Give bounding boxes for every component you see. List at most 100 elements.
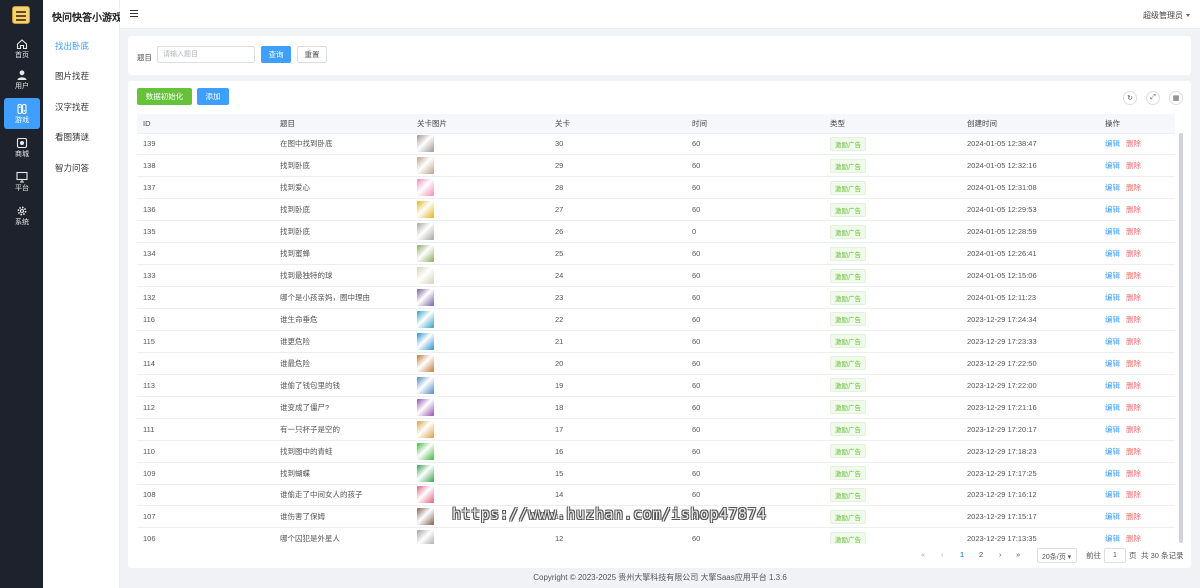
column-header-type[interactable]: 类型 (824, 114, 961, 134)
delete-link[interactable]: 删除 (1126, 447, 1141, 456)
delete-link[interactable]: 删除 (1126, 403, 1141, 412)
level-thumbnail[interactable] (417, 442, 434, 460)
next-page-icon[interactable]: › (999, 550, 1002, 559)
delete-link[interactable]: 删除 (1126, 315, 1141, 324)
level-thumbnail[interactable] (417, 464, 434, 482)
search-button[interactable]: 查询 (261, 46, 291, 63)
page-number-1[interactable]: 1 (960, 550, 964, 559)
level-thumbnail[interactable] (417, 420, 434, 438)
delete-link[interactable]: 删除 (1126, 512, 1141, 521)
rail-item-platform[interactable]: 平台 (4, 166, 40, 197)
edit-link[interactable]: 编辑 (1105, 293, 1120, 302)
edit-link[interactable]: 编辑 (1105, 425, 1120, 434)
edit-link[interactable]: 编辑 (1105, 534, 1120, 543)
delete-link[interactable]: 删除 (1126, 183, 1141, 192)
edit-link[interactable]: 编辑 (1105, 337, 1120, 346)
delete-link[interactable]: 删除 (1126, 425, 1141, 434)
delete-link[interactable]: 删除 (1126, 337, 1141, 346)
column-header-created[interactable]: 创建时间 (961, 114, 1099, 134)
user-menu[interactable]: 超级管理员 (1143, 10, 1190, 21)
edit-link[interactable]: 编辑 (1105, 512, 1120, 521)
delete-link[interactable]: 删除 (1126, 293, 1141, 302)
last-page-icon[interactable]: » (1016, 550, 1020, 559)
column-header-time[interactable]: 时间 (686, 114, 824, 134)
delete-link[interactable]: 删除 (1126, 534, 1141, 543)
column-header-id[interactable]: ID (137, 114, 274, 134)
edit-link[interactable]: 编辑 (1105, 139, 1120, 148)
edit-link[interactable]: 编辑 (1105, 469, 1120, 478)
column-header-title[interactable]: 题目 (274, 114, 411, 134)
edit-link[interactable]: 编辑 (1105, 381, 1120, 390)
level-thumbnail[interactable] (417, 354, 434, 372)
prev-page-icon[interactable]: ‹ (941, 550, 944, 559)
level-thumbnail[interactable] (417, 179, 434, 197)
columns-icon[interactable]: ▦ (1169, 91, 1183, 105)
edit-link[interactable]: 编辑 (1105, 249, 1120, 258)
table-scrollbar[interactable] (1179, 133, 1183, 543)
cell-id: 111 (137, 418, 274, 441)
level-thumbnail[interactable] (417, 223, 434, 241)
level-thumbnail[interactable] (417, 530, 434, 544)
rail-item-system[interactable]: 系统 (4, 200, 40, 231)
edit-link[interactable]: 编辑 (1105, 403, 1120, 412)
subnav-item-picture-riddle[interactable]: 看图猜谜 (55, 131, 89, 143)
edit-link[interactable]: 编辑 (1105, 490, 1120, 499)
delete-link[interactable]: 删除 (1126, 139, 1141, 148)
cell-title: 找到蝴蝶 (274, 462, 411, 485)
subnav-item-quiz[interactable]: 智力问答 (55, 162, 89, 174)
fullscreen-icon[interactable]: ⤢ (1146, 91, 1160, 105)
column-header-image[interactable]: 关卡图片 (411, 114, 549, 134)
cell-time: 60 (686, 198, 824, 222)
rail-item-game[interactable]: 游戏 (4, 98, 40, 129)
menu-toggle-icon[interactable] (130, 10, 138, 17)
add-button[interactable]: 添加 (197, 88, 229, 105)
subnav-item-char-diff[interactable]: 汉字找茬 (55, 101, 89, 113)
page-size-select[interactable]: 20条/页 ▾ (1037, 548, 1077, 563)
delete-link[interactable]: 删除 (1126, 359, 1141, 368)
level-thumbnail[interactable] (417, 201, 434, 219)
table-row: 134 找到蜜蜂 25 60 激励广告 2024-01-05 12:26:41 编辑 删除 (137, 242, 1175, 266)
level-thumbnail[interactable] (417, 289, 434, 307)
rail-item-shop[interactable]: 商城 (4, 132, 40, 163)
level-thumbnail[interactable] (417, 508, 434, 526)
first-page-icon[interactable]: « (921, 550, 925, 559)
level-thumbnail[interactable] (417, 245, 434, 263)
title-search-input[interactable] (157, 46, 255, 63)
delete-link[interactable]: 删除 (1126, 490, 1141, 499)
edit-link[interactable]: 编辑 (1105, 447, 1120, 456)
delete-link[interactable]: 删除 (1126, 469, 1141, 478)
edit-link[interactable]: 编辑 (1105, 227, 1120, 236)
delete-link[interactable]: 删除 (1126, 161, 1141, 170)
delete-link[interactable]: 删除 (1126, 271, 1141, 280)
edit-link[interactable]: 编辑 (1105, 183, 1120, 192)
delete-link[interactable]: 删除 (1126, 381, 1141, 390)
rail-item-user[interactable]: 用户 (4, 64, 40, 95)
level-thumbnail[interactable] (417, 376, 434, 394)
table-row: 132 哪个是小孩亲妈，圈中理由 23 60 激励广告 2024-01-05 12:11:… (137, 286, 1175, 309)
edit-link[interactable]: 编辑 (1105, 205, 1120, 214)
edit-link[interactable]: 编辑 (1105, 161, 1120, 170)
rail-item-home[interactable]: 首页 (4, 33, 40, 64)
column-header-level[interactable]: 关卡 (549, 114, 686, 134)
edit-link[interactable]: 编辑 (1105, 315, 1120, 324)
level-thumbnail[interactable] (417, 310, 434, 328)
delete-link[interactable]: 删除 (1126, 227, 1141, 236)
cell-created: 2023-12-29 17:21:16 (961, 396, 1099, 419)
edit-link[interactable]: 编辑 (1105, 359, 1120, 368)
level-thumbnail[interactable] (417, 157, 434, 175)
goto-page-input[interactable]: 1 (1104, 548, 1126, 563)
level-thumbnail[interactable] (417, 486, 434, 504)
level-thumbnail[interactable] (417, 267, 434, 285)
level-thumbnail[interactable] (417, 332, 434, 350)
delete-link[interactable]: 删除 (1126, 249, 1141, 258)
level-thumbnail[interactable] (417, 135, 434, 153)
delete-link[interactable]: 删除 (1126, 205, 1141, 214)
page-number-2[interactable]: 2 (979, 550, 983, 559)
refresh-icon[interactable]: ↻ (1123, 91, 1137, 105)
subnav-item-find-spy[interactable]: 找出卧底 (55, 40, 89, 52)
level-thumbnail[interactable] (417, 398, 434, 416)
subnav-item-picture-diff[interactable]: 图片找茬 (55, 70, 89, 82)
data-init-button[interactable]: 数据初始化 (137, 88, 192, 105)
reset-button[interactable]: 重置 (297, 46, 327, 63)
edit-link[interactable]: 编辑 (1105, 271, 1120, 280)
